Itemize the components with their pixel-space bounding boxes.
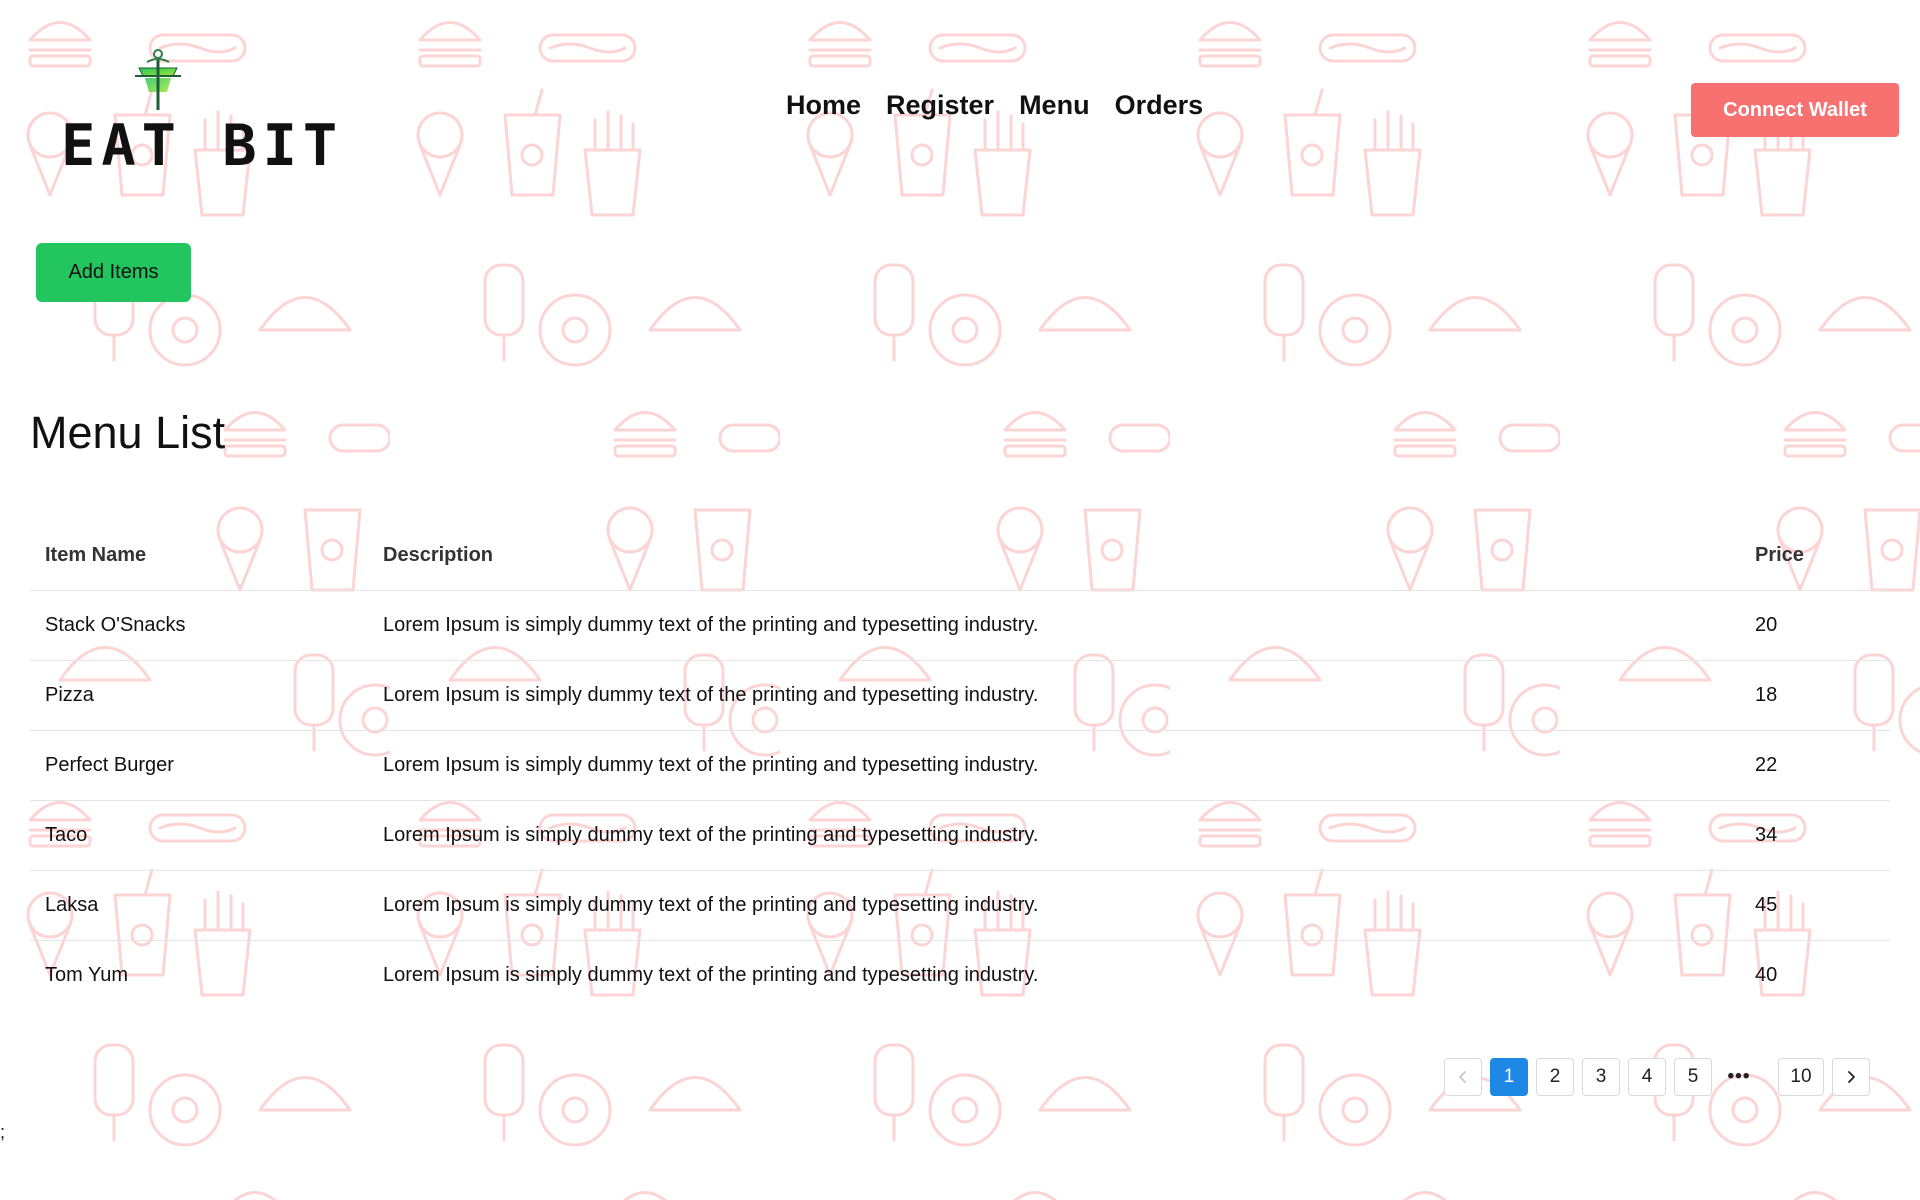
add-items-button[interactable]: Add Items — [36, 243, 191, 302]
table-row[interactable]: Laksa Lorem Ipsum is simply dummy text o… — [30, 870, 1890, 941]
item-name-cell: Perfect Burger — [30, 730, 368, 801]
chevron-right-icon — [1848, 1071, 1855, 1083]
nav-menu-link[interactable]: Menu — [1019, 90, 1090, 121]
item-price-cell: 45 — [1740, 870, 1890, 941]
stray-text: ; — [0, 1122, 6, 1142]
connect-wallet-button[interactable]: Connect Wallet — [1691, 83, 1899, 137]
item-description-cell: Lorem Ipsum is simply dummy text of the … — [368, 730, 1740, 801]
item-name-cell: Tom Yum — [45, 964, 128, 986]
item-name-cell: Laksa — [30, 870, 368, 941]
table-row[interactable]: Tom Yum Lorem Ipsum is simply dummy text… — [30, 941, 1890, 1011]
nav-home-link[interactable]: Home — [786, 90, 861, 121]
table-header-row: Item Name Description Price — [30, 520, 1890, 591]
nav-register-link[interactable]: Register — [886, 90, 994, 121]
table-row[interactable]: Pizza Lorem Ipsum is simply dummy text o… — [30, 660, 1890, 731]
item-description-cell: Lorem Ipsum is simply dummy text of the … — [368, 800, 1740, 871]
item-description-cell: Lorem Ipsum is simply dummy text of the … — [368, 660, 1740, 731]
pagination-page-2[interactable]: 2 — [1536, 1058, 1574, 1096]
brand-name: EAT BIT — [61, 113, 344, 179]
chevron-left-icon — [1459, 1071, 1466, 1083]
menu-table: Item Name Description Price Stack O'Snac… — [30, 520, 1890, 1010]
item-price-cell: 22 — [1740, 730, 1890, 801]
chef-logo-icon — [135, 49, 181, 110]
table-row[interactable]: Taco Lorem Ipsum is simply dummy text of… — [30, 800, 1890, 871]
pagination-next-button[interactable] — [1832, 1058, 1870, 1096]
item-price-cell: 20 — [1740, 590, 1890, 661]
column-header-item-name[interactable]: Item Name — [30, 520, 368, 591]
pagination-page-5[interactable]: 5 — [1674, 1058, 1712, 1096]
item-description-cell: Lorem Ipsum is simply dummy text of the … — [368, 870, 1740, 941]
pagination-page-4[interactable]: 4 — [1628, 1058, 1666, 1096]
table-row[interactable]: Perfect Burger Lorem Ipsum is simply dum… — [30, 730, 1890, 801]
pagination-prev-button[interactable] — [1444, 1058, 1482, 1096]
main-nav: Home Register Menu Orders — [786, 90, 1203, 121]
pagination-page-last[interactable]: 10 — [1778, 1058, 1824, 1096]
item-price-cell: 34 — [1740, 800, 1890, 871]
pagination: 1 2 3 4 5 ••• 10 — [1444, 1058, 1870, 1096]
pagination-page-1[interactable]: 1 — [1490, 1058, 1528, 1096]
nav-orders-link[interactable]: Orders — [1115, 90, 1204, 121]
item-price-cell: 18 — [1740, 660, 1890, 731]
pagination-ellipsis[interactable]: ••• — [1720, 1058, 1758, 1096]
item-description-cell: Lorem Ipsum is simply dummy text of the … — [368, 590, 1740, 661]
item-name-cell: Taco — [30, 800, 368, 871]
column-header-description[interactable]: Description — [368, 520, 1740, 591]
item-name-cell: Pizza — [30, 660, 368, 731]
item-price-cell: 40 — [1755, 964, 1778, 986]
item-description-cell: Lorem Ipsum is simply dummy text of the … — [383, 964, 1039, 986]
page: EAT BIT Home Register Menu Orders Connec… — [0, 0, 1920, 1200]
pagination-page-3[interactable]: 3 — [1582, 1058, 1620, 1096]
brand-logo[interactable]: EAT BIT — [58, 48, 337, 179]
item-name-cell: Stack O'Snacks — [30, 590, 368, 661]
column-header-price[interactable]: Price — [1740, 520, 1890, 591]
table-row[interactable]: Stack O'Snacks Lorem Ipsum is simply dum… — [30, 590, 1890, 661]
page-title: Menu List — [30, 407, 226, 458]
